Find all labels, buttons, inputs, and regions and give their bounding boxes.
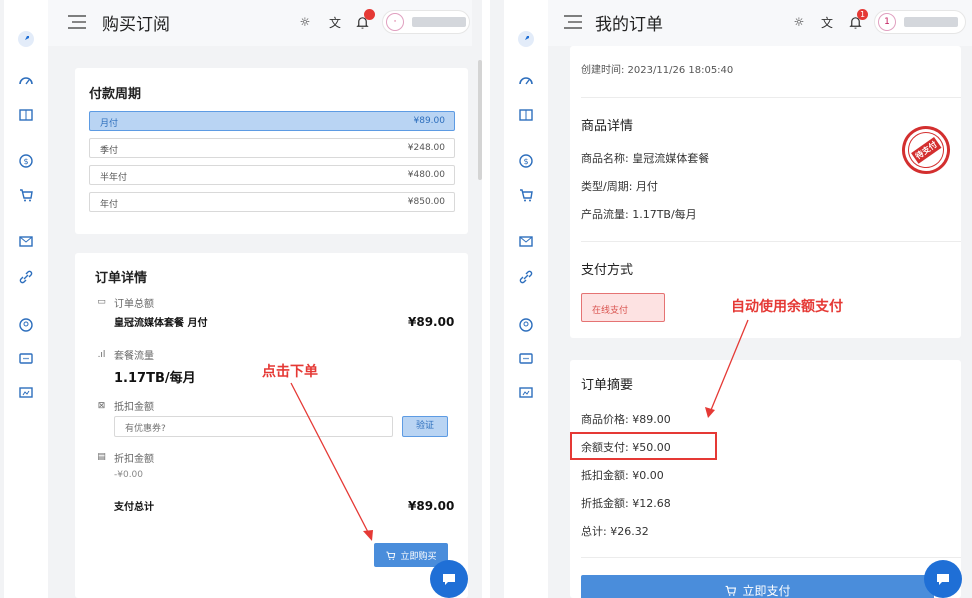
balance-highlight-box [570,432,717,460]
payment-period-card: 付款周期 月付 ¥89.00 季付 ¥248.00 半年付 ¥480.00 年付… [75,68,468,234]
pay-total-label: 支付总计 [114,502,154,513]
reduce-value: -¥0.00 [114,470,144,480]
translate-icon[interactable]: 文 [326,13,344,31]
created-time: 创建时间: 2023/11/26 18:05:40 [581,65,734,76]
menu-icon[interactable] [68,14,86,30]
sun-icon[interactable]: ☼ [296,13,314,31]
sidebar: $ [504,0,548,598]
divider [581,241,961,242]
period-option-half-year[interactable]: 半年付 ¥480.00 [89,165,455,185]
left-screenshot: $ 购买订阅 ☼ 文 · 付款周期 月付 ¥89.00 季付 ¥248.00 半… [0,0,482,598]
report-icon[interactable] [17,384,35,402]
sun-icon[interactable]: ☼ [790,13,808,31]
rocket-icon[interactable] [17,30,35,48]
avatar: · [386,13,404,31]
summary-title: 订单摘要 [581,378,634,393]
svg-text:$: $ [23,157,28,166]
cart-icon [726,585,737,596]
pay-total: ¥89.00 [408,499,455,513]
chat-icon[interactable] [517,350,535,368]
notification-badge: 1 [857,9,868,20]
top-bar: 我的订单 ☼ 文 1 1 [548,0,972,46]
period-option-yearly[interactable]: 年付 ¥850.00 [89,192,455,212]
summary-refund: 折抵金额: ¥12.68 [581,497,671,510]
panel-separator [482,0,490,598]
summary-price: 商品价格: ¥89.00 [581,413,671,426]
traffic-value: 1.17TB/每月 [114,371,196,386]
book-icon[interactable] [17,106,35,124]
cart-icon[interactable] [17,186,35,204]
coupon-input[interactable] [114,416,393,437]
divider [581,97,961,98]
translate-icon[interactable]: 文 [818,13,836,31]
link-icon[interactable] [517,268,535,286]
reduce-label: 折扣金额 [114,454,154,465]
cart-icon[interactable] [517,186,535,204]
bell-icon[interactable] [353,9,375,31]
cart-icon [386,551,396,560]
page-title: 我的订单 [595,15,663,35]
report-icon[interactable] [517,384,535,402]
period-option-monthly[interactable]: 月付 ¥89.00 [89,111,455,131]
menu-icon[interactable] [564,14,582,30]
book-icon[interactable] [517,106,535,124]
dashboard-icon[interactable] [517,72,535,90]
summary-discount: 抵扣金额: ¥0.00 [581,469,664,482]
product-price: ¥89.00 [408,315,455,329]
summary-total: 总计: ¥26.32 [581,525,649,538]
order-total-label: 订单总额 [114,299,154,310]
receipt-icon: ▤ [97,451,106,462]
goods-title: 商品详情 [581,119,634,134]
chat-bubble-icon[interactable] [924,560,962,598]
page-title: 购买订阅 [102,15,170,35]
wallet-icon: ▭ [97,296,106,307]
signal-icon: .ıl [97,349,106,360]
annotation-auto-balance: 自动使用余额支付 [731,299,843,315]
annotation-click-order: 点击下单 [262,364,318,380]
rocket-icon[interactable] [517,30,535,48]
goods-name: 商品名称: 皇冠流媒体套餐 [581,152,710,165]
notification-badge [364,9,375,20]
pay-now-button[interactable]: 立即支付 [581,575,934,598]
username-redacted [904,17,958,27]
product-name: 皇冠流媒体套餐 月付 [114,318,208,329]
user-icon[interactable] [17,316,35,334]
order-title: 订单详情 [95,271,148,286]
user-menu[interactable]: 1 [874,10,966,34]
mail-icon[interactable] [517,232,535,250]
user-menu[interactable]: · [382,10,470,34]
mail-icon[interactable] [17,232,35,250]
user-icon[interactable] [517,316,535,334]
bell-icon[interactable]: 1 [846,9,868,31]
sidebar: $ [4,0,48,598]
verify-button[interactable]: 验证 [402,416,448,437]
goods-period: 类型/周期: 月付 [581,180,658,193]
payment-title: 支付方式 [581,263,634,278]
period-title: 付款周期 [89,87,142,102]
chat-icon[interactable] [17,350,35,368]
period-option-quarterly[interactable]: 季付 ¥248.00 [89,138,455,158]
traffic-label: 套餐流量 [114,351,154,362]
divider [581,557,961,558]
chat-bubble-icon[interactable] [430,560,468,598]
close-box-icon: ⊠ [97,400,106,411]
online-payment-option[interactable]: 在线支付 [581,293,665,322]
dollar-icon[interactable]: $ [17,152,35,170]
dashboard-icon[interactable] [17,72,35,90]
dollar-icon[interactable]: $ [517,152,535,170]
username-redacted [412,17,466,27]
svg-text:$: $ [523,157,528,166]
top-bar: 购买订阅 ☼ 文 · [48,0,472,46]
goods-traffic: 产品流量: 1.17TB/每月 [581,208,697,221]
link-icon[interactable] [17,268,35,286]
discount-label: 抵扣金额 [114,402,154,413]
avatar: 1 [878,13,896,31]
